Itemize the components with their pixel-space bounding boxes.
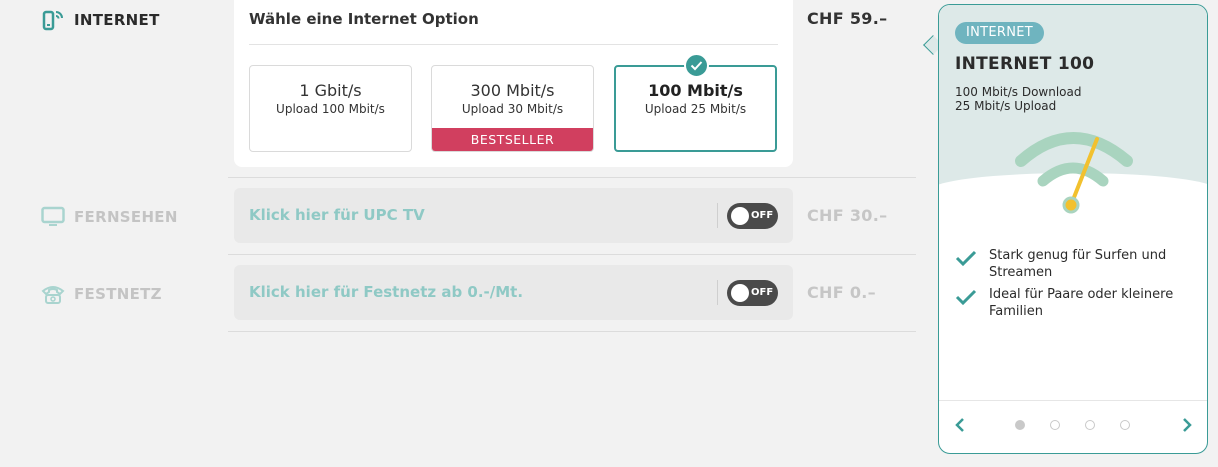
divider <box>228 331 916 332</box>
product-detail-panel: INTERNET INTERNET 100 100 Mbit/s Downloa… <box>938 4 1208 454</box>
divider <box>717 280 718 305</box>
internet-option-card: Wähle eine Internet Option 1 Gbit/s Uplo… <box>234 0 793 167</box>
row-label-phone: FESTNETZ <box>40 281 162 307</box>
toggle-knob <box>731 207 749 225</box>
option-1gbit[interactable]: 1 Gbit/s Upload 100 Mbit/s <box>249 65 412 152</box>
row-label-internet: INTERNET <box>40 7 160 33</box>
panel-upload: 25 Mbit/s Upload <box>955 99 1057 113</box>
toggle-knob <box>731 284 749 302</box>
toggle-label: OFF <box>751 210 774 221</box>
checkmark-icon <box>955 286 979 320</box>
option-upload: Upload 30 Mbit/s <box>461 102 564 116</box>
router-wifi-icon <box>40 7 66 33</box>
telephone-icon <box>40 281 66 307</box>
price-internet: CHF 59.– <box>807 9 888 28</box>
option-upload: Upload 25 Mbit/s <box>644 102 747 116</box>
row-label-text: FESTNETZ <box>74 285 162 303</box>
panel-tag: INTERNET <box>955 22 1045 44</box>
option-speed: 1 Gbit/s <box>299 81 362 100</box>
phone-toggle[interactable]: OFF <box>727 280 778 306</box>
tv-addon[interactable]: Klick hier für UPC TV OFF <box>234 188 793 243</box>
feature-item: Stark genug für Surfen und Streamen <box>955 247 1195 281</box>
tv-icon <box>40 204 66 230</box>
divider <box>717 203 718 228</box>
option-title: Wähle eine Internet Option <box>249 10 479 28</box>
next-arrow-icon[interactable] <box>1176 414 1198 436</box>
option-upload: Upload 100 Mbit/s <box>276 102 385 116</box>
prev-arrow-icon[interactable] <box>949 414 971 436</box>
checkmark-icon <box>955 247 979 281</box>
pagination-dot[interactable] <box>1120 420 1130 430</box>
feature-text: Stark genug für Surfen und Streamen <box>989 248 1167 280</box>
price-phone: CHF 0.– <box>807 283 876 302</box>
option-100mbit[interactable]: 100 Mbit/s Upload 25 Mbit/s <box>614 65 777 152</box>
option-300mbit[interactable]: 300 Mbit/s Upload 30 Mbit/s BESTSELLER <box>431 65 594 152</box>
divider <box>228 254 916 255</box>
row-label-text: INTERNET <box>74 11 160 29</box>
feature-text: Ideal für Paare oder kleinere Familien <box>989 287 1174 319</box>
panel-title: INTERNET 100 <box>955 54 1095 74</box>
phone-addon[interactable]: Klick hier für Festnetz ab 0.-/Mt. OFF <box>234 265 793 320</box>
divider <box>249 44 778 45</box>
toggle-label: OFF <box>751 287 774 298</box>
row-label-tv: FERNSEHEN <box>40 204 178 230</box>
pagination-dot[interactable] <box>1085 420 1095 430</box>
divider <box>228 177 916 178</box>
wifi-speed-gauge-icon <box>1015 125 1135 219</box>
row-label-text: FERNSEHEN <box>74 208 178 226</box>
selected-check-icon <box>684 53 709 78</box>
price-tv: CHF 30.– <box>807 206 888 225</box>
bestseller-badge: BESTSELLER <box>432 128 593 151</box>
option-speed: 100 Mbit/s <box>648 81 743 100</box>
pagination-dot[interactable] <box>1050 420 1060 430</box>
tv-toggle[interactable]: OFF <box>727 203 778 229</box>
divider <box>939 400 1207 401</box>
pagination-dot[interactable] <box>1015 420 1025 430</box>
phone-cta[interactable]: Klick hier für Festnetz ab 0.-/Mt. <box>249 265 523 320</box>
feature-item: Ideal für Paare oder kleinere Familien <box>955 286 1195 320</box>
tv-cta[interactable]: Klick hier für UPC TV <box>249 188 425 243</box>
option-speed: 300 Mbit/s <box>470 81 555 100</box>
panel-download: 100 Mbit/s Download <box>955 85 1082 99</box>
